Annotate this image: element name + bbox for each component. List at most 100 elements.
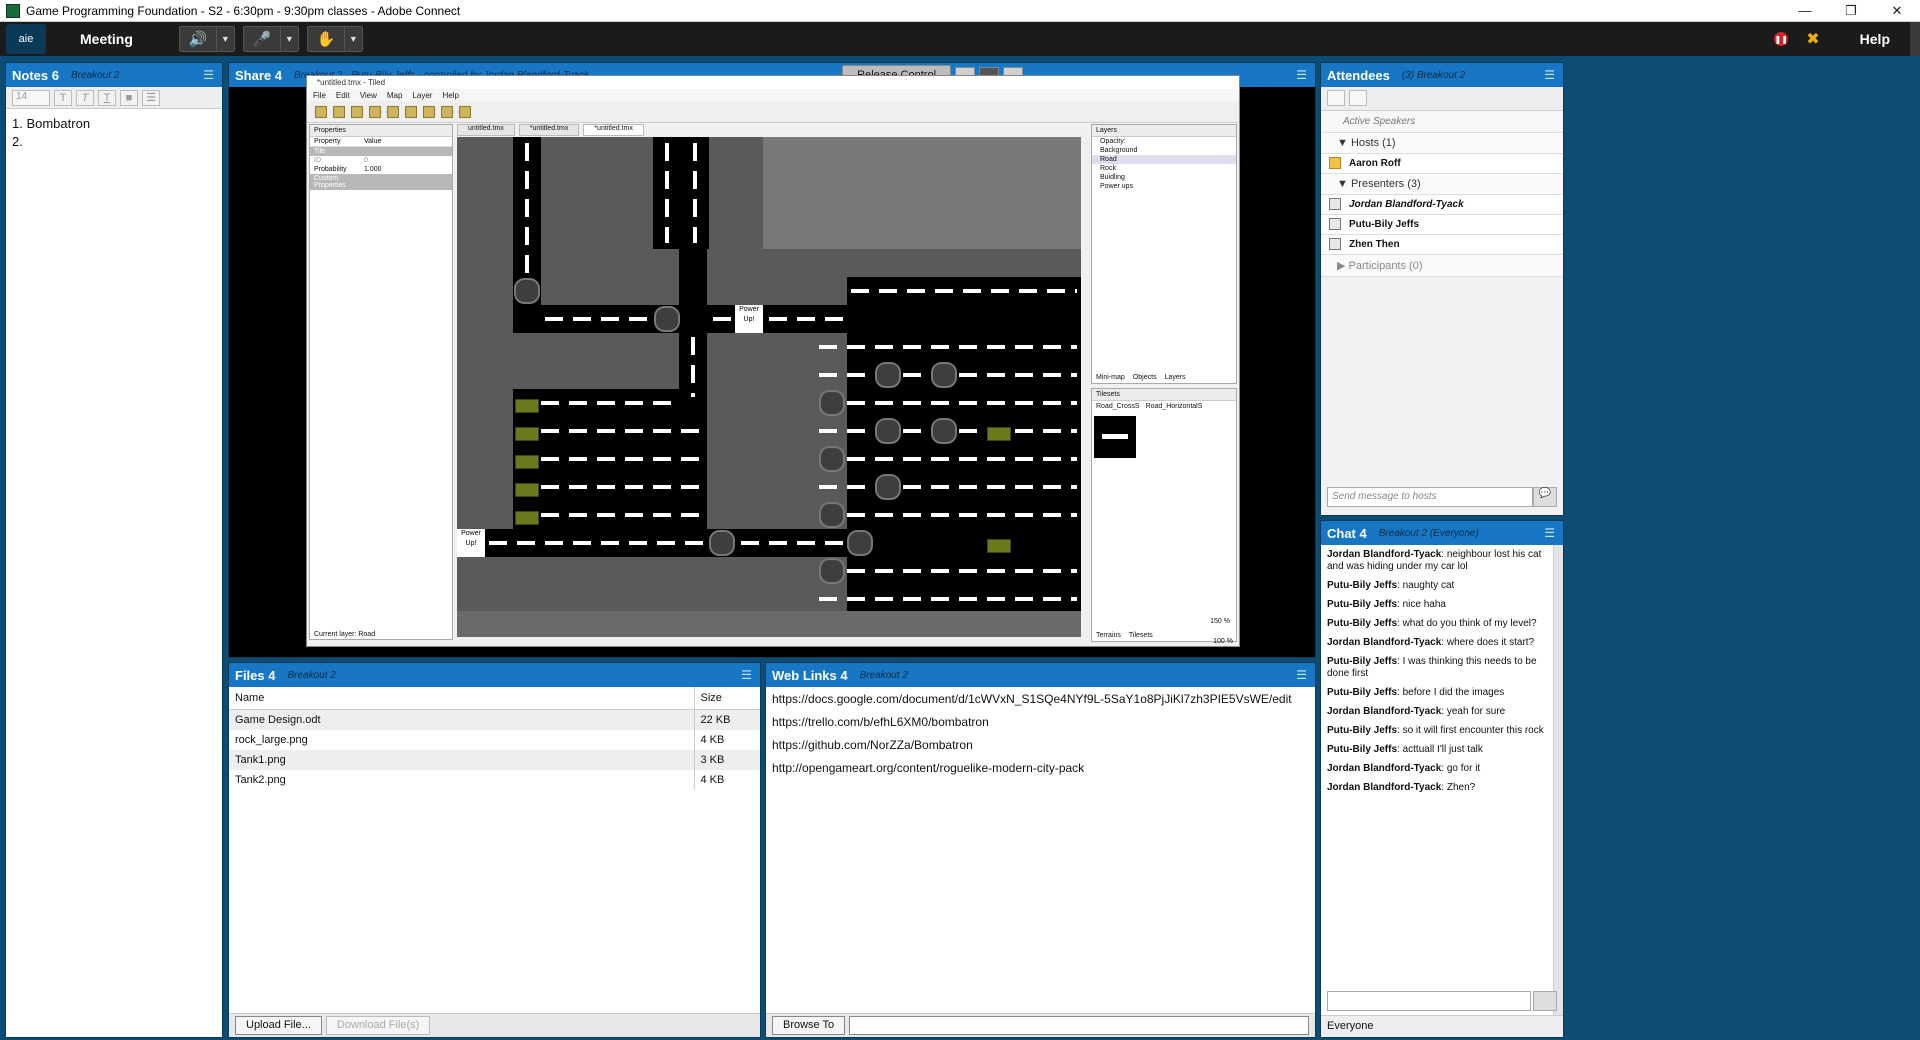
column-header-name[interactable]: Name — [229, 687, 694, 710]
underline-icon[interactable]: T — [98, 89, 116, 106]
tilesets-tab[interactable]: Tilesets — [1129, 632, 1153, 639]
web-link[interactable]: https://trello.com/b/efhL6XM0/bombatron — [766, 710, 1315, 733]
pod-toggle[interactable] — [1910, 22, 1920, 56]
file-name[interactable]: rock_large.png — [229, 730, 694, 750]
tiled-menu-help[interactable]: Help — [442, 91, 458, 100]
table-row[interactable]: Game Design.odt 22 KB — [229, 709, 760, 730]
chat-send-button[interactable] — [1533, 991, 1557, 1011]
pod-menu-icon[interactable]: ☰ — [203, 68, 214, 82]
attendee-presenter[interactable]: Putu-Bily Jeffs — [1321, 215, 1563, 235]
road-tile-preview[interactable] — [1094, 416, 1136, 458]
pod-menu-icon[interactable]: ☰ — [1296, 68, 1307, 82]
web-link[interactable]: http://opengameart.org/content/roguelike… — [766, 756, 1315, 779]
chevron-down-icon[interactable]: ▼ — [343, 27, 362, 51]
layer-item[interactable]: Buidling — [1092, 173, 1236, 182]
select-icon[interactable] — [459, 105, 471, 118]
terrains-tab[interactable]: Terrains — [1096, 632, 1121, 639]
list-view-icon[interactable] — [1327, 90, 1345, 106]
stamp-icon[interactable] — [405, 105, 417, 118]
notes-body[interactable]: 1. Bombatron 2. — [6, 109, 222, 157]
undo-icon[interactable] — [369, 105, 381, 118]
font-size-select[interactable]: 14 — [12, 89, 50, 106]
download-files-button[interactable]: Download File(s) — [325, 1016, 431, 1035]
tab-untitled-active[interactable]: *untitled.tmx — [583, 124, 644, 136]
restore-icon[interactable]: ❐ — [1828, 3, 1874, 19]
raise-hand-button[interactable]: ✋ ▼ — [306, 26, 363, 52]
fullscreen-icon[interactable]: ✖ — [1806, 29, 1819, 49]
tileset-tab[interactable]: Road_CrossS — [1096, 403, 1140, 410]
open-icon[interactable] — [333, 105, 345, 118]
new-icon[interactable] — [315, 105, 327, 118]
speaker-button[interactable]: 🔊 ▼ — [178, 26, 235, 52]
participants-group[interactable]: ▶ Participants (0) — [1321, 255, 1563, 277]
tileset-tab[interactable]: Road_HorizontalS — [1146, 403, 1203, 410]
attendee-presenter[interactable]: Jordan Blandford-Tyack — [1321, 195, 1563, 215]
attendee-presenter[interactable]: Zhen Then — [1321, 235, 1563, 255]
send-to-hosts-button[interactable]: 💬 — [1533, 487, 1557, 507]
tiled-menu-layer[interactable]: Layer — [412, 91, 432, 100]
fill-icon[interactable] — [423, 105, 435, 118]
eraser-icon[interactable] — [441, 105, 453, 118]
chat-scrollbar[interactable] — [1553, 545, 1563, 1037]
tiled-menu-file[interactable]: File — [313, 91, 326, 100]
layer-item[interactable]: Rock — [1092, 164, 1236, 173]
pod-menu-icon[interactable]: ☰ — [741, 668, 752, 682]
list-icon[interactable]: ☰ — [142, 89, 160, 106]
attendee-host[interactable]: Aaron Roff — [1321, 154, 1563, 174]
redo-icon[interactable] — [387, 105, 399, 118]
file-name[interactable]: Game Design.odt — [229, 709, 694, 730]
color-icon[interactable]: ■ — [120, 89, 138, 106]
microphone-button[interactable]: 🎤 ▼ — [242, 26, 299, 52]
web-link[interactable]: https://docs.google.com/document/d/1cWVx… — [766, 687, 1315, 710]
table-row[interactable]: Tank2.png 4 KB — [229, 770, 760, 790]
bold-icon[interactable]: T — [54, 89, 72, 106]
objects-tab[interactable]: Objects — [1133, 374, 1157, 381]
chat-recipient-select[interactable]: Everyone — [1321, 1015, 1563, 1037]
pod-subtitle: Breakout 2 (Everyone) — [1378, 527, 1479, 539]
presenters-group[interactable]: ▼ Presenters (3) — [1321, 174, 1563, 195]
tab-untitled[interactable]: untitled.tmx — [457, 124, 515, 136]
status-view-icon[interactable] — [1349, 90, 1367, 106]
speaker-icon[interactable]: 🔊 — [180, 27, 216, 51]
recording-icon[interactable]: ❚❚ — [1774, 32, 1789, 46]
minimize-icon[interactable]: — — [1782, 3, 1828, 18]
chevron-down-icon[interactable]: ▼ — [215, 27, 234, 51]
table-row[interactable]: rock_large.png 4 KB — [229, 730, 760, 750]
table-row[interactable]: Tank1.png 3 KB — [229, 750, 760, 770]
shared-tiled-window[interactable]: *untitled.tmx - Tiled File Edit View Map… — [306, 75, 1240, 647]
chat-input[interactable] — [1327, 991, 1531, 1011]
column-header-size[interactable]: Size — [693, 687, 760, 710]
pod-menu-icon[interactable]: ☰ — [1544, 526, 1555, 540]
close-icon[interactable]: ✕ — [1874, 3, 1920, 19]
browse-to-button[interactable]: Browse To — [772, 1016, 846, 1035]
layer-item[interactable]: Power ups — [1092, 182, 1236, 191]
url-input[interactable] — [849, 1016, 1309, 1035]
pod-menu-icon[interactable]: ☰ — [1296, 668, 1307, 682]
help-menu[interactable]: Help — [1860, 31, 1890, 47]
meeting-menu[interactable]: Meeting — [80, 31, 133, 47]
file-name[interactable]: Tank2.png — [229, 770, 694, 790]
zoom-level[interactable]: 150 % — [1210, 618, 1230, 625]
save-icon[interactable] — [351, 105, 363, 118]
hand-icon[interactable]: ✋ — [308, 27, 344, 51]
prop-value[interactable]: 1.000 — [364, 166, 382, 173]
tile-map-canvas[interactable]: Power Up! Power Up! — [457, 137, 1081, 637]
layer-item-selected[interactable]: Road — [1092, 155, 1236, 164]
pod-menu-icon[interactable]: ☰ — [1544, 68, 1555, 82]
layers-tab[interactable]: Layers — [1165, 374, 1186, 381]
layer-item[interactable]: Background — [1092, 146, 1236, 155]
tiled-menu-map[interactable]: Map — [387, 91, 403, 100]
web-link[interactable]: https://github.com/NorZZa/Bombatron — [766, 733, 1315, 756]
minimap-tab[interactable]: Mini-map — [1096, 374, 1125, 381]
chevron-down-icon[interactable]: ▼ — [279, 27, 298, 51]
send-to-hosts-input[interactable]: Send message to hosts — [1327, 487, 1533, 507]
italic-icon[interactable]: T — [76, 89, 94, 106]
hosts-group[interactable]: ▼ Hosts (1) — [1321, 133, 1563, 154]
microphone-icon[interactable]: 🎤 — [244, 27, 280, 51]
tiled-menu-edit[interactable]: Edit — [336, 91, 350, 100]
upload-file-button[interactable]: Upload File... — [235, 1016, 322, 1035]
map-zoom[interactable]: 100 % — [1213, 638, 1233, 645]
tab-untitled[interactable]: *untitled.tmx — [518, 124, 580, 136]
tiled-menu-view[interactable]: View — [360, 91, 377, 100]
file-name[interactable]: Tank1.png — [229, 750, 694, 770]
